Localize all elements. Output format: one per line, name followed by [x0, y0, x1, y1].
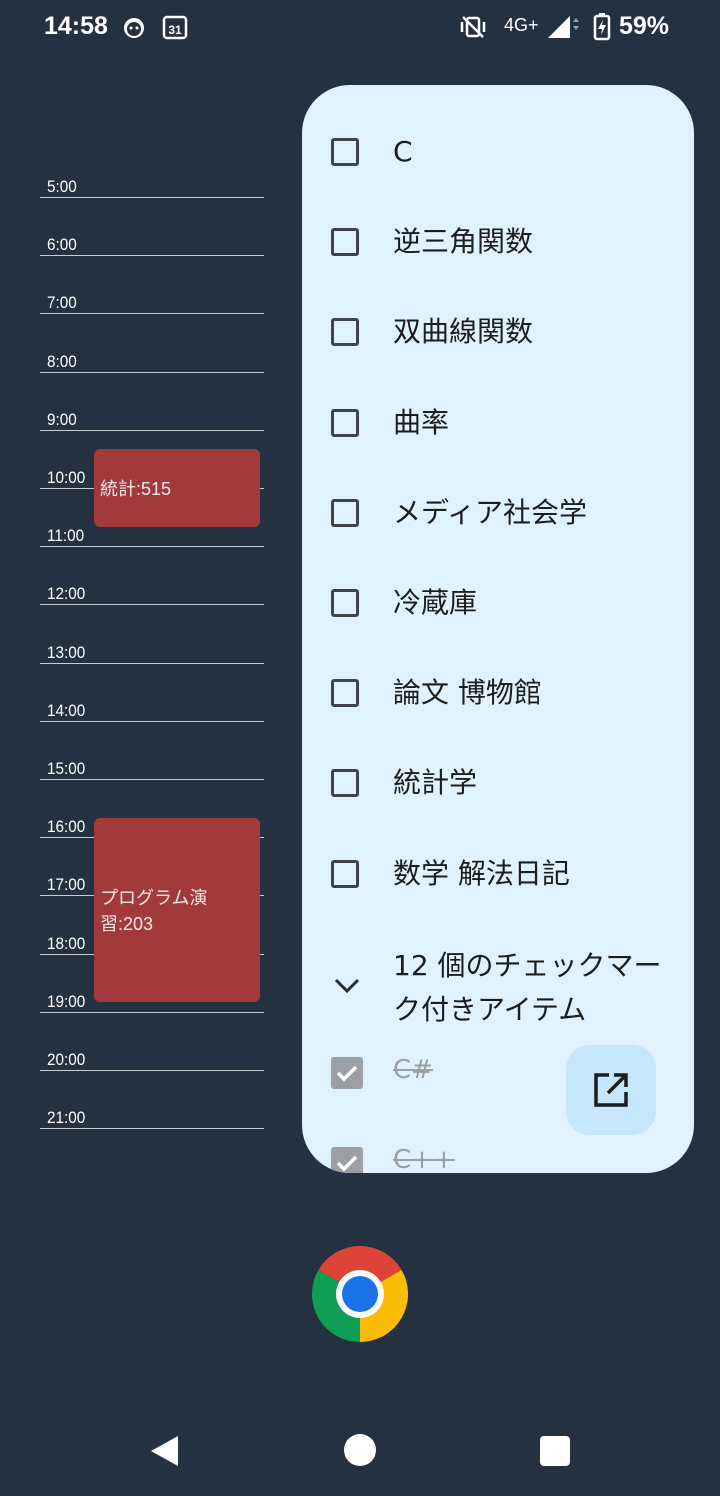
chrome-app-icon[interactable] — [311, 1246, 409, 1342]
home-screen: 14:58 31 4G+ 59% 5:00 6:00 7:00 8:00 9:00 10:… — [0, 0, 720, 1496]
hour-row: 6:00 — [40, 231, 264, 257]
hour-label: 15:00 — [47, 759, 86, 778]
status-bar: 14:58 31 4G+ 59% — [0, 0, 720, 56]
calendar-31-icon: 31 — [162, 14, 188, 44]
todo-widget[interactable]: C 逆三角関数 双曲線関数 曲率 メディア社会学 冷蔵庫 論文 博物館 統計学 数学 解法日記 … — [302, 85, 694, 1173]
calendar-day-text: 31 — [168, 23, 182, 37]
todo-item[interactable]: 統計学 — [302, 751, 694, 815]
check-icon — [336, 1155, 358, 1172]
checkbox[interactable] — [331, 498, 359, 527]
todo-item[interactable]: 論文 博物館 — [302, 661, 694, 725]
todo-item-label: メディア社会学 — [393, 495, 588, 529]
vibrate-off-icon — [460, 15, 486, 43]
hour-row: 5:00 — [40, 173, 264, 198]
todo-item[interactable]: 冷蔵庫 — [302, 571, 694, 635]
checkbox[interactable] — [331, 679, 359, 708]
open-in-new-button[interactable] — [566, 1045, 656, 1135]
hour-label: 20:00 — [47, 1050, 86, 1069]
checked-checkbox[interactable] — [331, 1057, 363, 1089]
chrome-icon — [311, 1246, 409, 1342]
hour-label: 11:00 — [47, 526, 85, 546]
battery-percent: 59% — [619, 12, 670, 40]
hour-label: 18:00 — [47, 933, 86, 953]
hour-label: 17:00 — [47, 875, 86, 895]
hour-row: 15:00 — [40, 755, 264, 780]
hour-label: 8:00 — [47, 351, 77, 371]
hour-row: 12:00 — [40, 580, 264, 606]
completed-item-label: C# — [393, 1055, 433, 1085]
checkbox[interactable] — [331, 408, 359, 437]
hour-row: 21:00 — [40, 1104, 264, 1130]
calendar-event[interactable]: プログラム演習:203 — [94, 817, 260, 1003]
hour-row: 8:00 — [40, 348, 264, 373]
todo-item[interactable]: 数学 解法日記 — [302, 842, 694, 906]
todo-item-label: 曲率 — [393, 405, 450, 439]
completed-item[interactable]: C++ — [302, 1139, 694, 1173]
todo-item-label: C — [393, 135, 413, 168]
event-label: プログラム演習:203 — [100, 887, 208, 934]
hour-label: 13:00 — [47, 642, 86, 662]
hour-label: 21:00 — [47, 1108, 86, 1128]
checkbox[interactable] — [331, 859, 359, 888]
hour-row: 13:00 — [40, 639, 264, 664]
open-in-new-icon — [593, 1072, 629, 1112]
event-label: 統計:515 — [100, 478, 172, 499]
todo-item-label: 論文 博物館 — [393, 676, 542, 710]
hour-label: 10:00 — [47, 468, 86, 487]
back-button[interactable] — [148, 1434, 180, 1472]
schedule-widget[interactable]: 5:00 6:00 7:00 8:00 9:00 10:00 11:00 12:00 13:00… — [40, 170, 266, 1140]
todo-item[interactable]: メディア社会学 — [302, 481, 694, 545]
checkbox[interactable] — [331, 138, 359, 166]
checkbox[interactable] — [331, 228, 359, 257]
calendar-event[interactable]: 統計:515 — [94, 449, 260, 527]
todo-item[interactable]: 曲率 — [302, 391, 694, 455]
hour-label: 7:00 — [47, 293, 77, 313]
hour-label: 9:00 — [47, 409, 77, 429]
chevron-down-icon — [332, 970, 362, 1004]
hour-row: 9:00 — [40, 406, 264, 431]
checkbox[interactable] — [331, 589, 359, 617]
todo-item-label: 統計学 — [393, 766, 478, 800]
check-icon — [336, 1065, 358, 1082]
checkbox[interactable] — [331, 769, 359, 798]
back-icon — [151, 1436, 178, 1466]
todo-item[interactable]: 逆三角関数 — [302, 210, 694, 274]
hour-label: 16:00 — [47, 817, 86, 837]
hour-label: 6:00 — [47, 235, 77, 255]
hour-row: 7:00 — [40, 289, 264, 315]
network-type: 4G+ — [504, 15, 539, 35]
hour-row: 14:00 — [40, 697, 264, 722]
completed-items-label: 12 個のチェックマーク付きアイテム — [393, 949, 662, 1026]
todo-item-label: 逆三角関数 — [393, 225, 534, 259]
hour-label: 5:00 — [47, 177, 77, 196]
hour-label: 19:00 — [47, 991, 86, 1011]
hour-row: 20:00 — [40, 1046, 264, 1071]
status-time: 14:58 — [44, 12, 108, 40]
todo-item[interactable]: C — [302, 120, 694, 184]
cat-notification-icon — [122, 16, 146, 44]
todo-item-label: 双曲線関数 — [393, 315, 534, 349]
checked-checkbox[interactable] — [331, 1147, 363, 1173]
completed-items-toggle[interactable]: 12 個のチェックマーク付きアイテム — [302, 940, 694, 1040]
home-button[interactable] — [344, 1434, 376, 1466]
completed-item-label: C++ — [393, 1145, 455, 1173]
todo-item-label: 冷蔵庫 — [393, 586, 478, 619]
checkbox[interactable] — [331, 318, 359, 347]
signal-icon — [546, 14, 580, 44]
todo-item[interactable]: 双曲線関数 — [302, 300, 694, 364]
recents-button[interactable] — [540, 1436, 570, 1466]
hour-label: 14:00 — [47, 700, 86, 720]
hour-label: 12:00 — [47, 584, 86, 604]
todo-item-label: 数学 解法日記 — [393, 856, 570, 890]
battery-charging-icon — [593, 13, 611, 45]
